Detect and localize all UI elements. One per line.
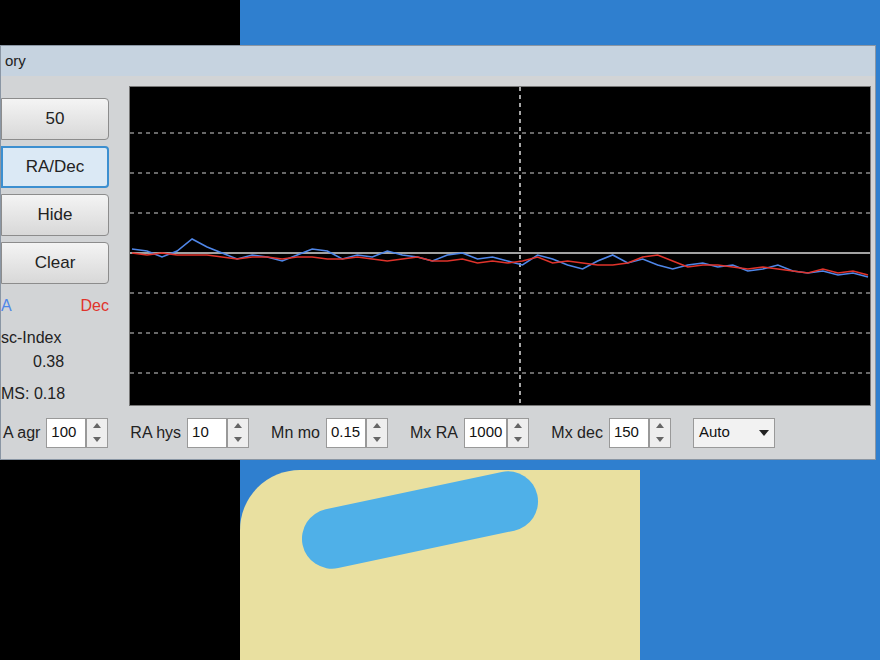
control-label: A agr — [3, 421, 40, 445]
down-arrow-icon — [93, 437, 101, 442]
spin-down[interactable] — [650, 433, 670, 447]
up-arrow-icon — [234, 423, 242, 428]
button-column: 50 RA/Dec Hide Clear — [1, 98, 129, 284]
history-window: ory 50 RA/Dec Hide Clear A Dec sc-Index0.38 MS:… — [0, 45, 876, 460]
rms-value: MS: 0.18 — [1, 382, 129, 406]
controls-group: A agr100 RA hys10 Mn mo0.15 Mx RA1000 Mx dec… — [1, 418, 775, 448]
spin-control: 100 — [46, 418, 108, 448]
control-input[interactable]: 0.15 — [326, 418, 366, 448]
arrow-shape — [656, 423, 664, 428]
control-input[interactable]: 1000 — [464, 418, 507, 448]
controls-row: A agr100RA hys10Mn mo0.15Mx RA1000Mx dec… — [129, 406, 871, 459]
arrow-shape — [93, 437, 101, 442]
window-title: ory — [5, 50, 26, 73]
osc-index-label: sc-Index — [1, 326, 129, 350]
grid-line — [130, 212, 870, 213]
spin-up[interactable] — [87, 419, 107, 433]
legend-label: A — [1, 294, 12, 318]
mode-dropdown[interactable]: Auto — [693, 418, 775, 448]
grid-line — [130, 132, 870, 133]
arrow-shape — [234, 437, 242, 442]
arrow-shape — [93, 423, 101, 428]
down-arrow-icon — [234, 437, 242, 442]
history-button[interactable]: Clear — [1, 242, 109, 284]
series-line — [132, 253, 868, 275]
spin-down[interactable] — [367, 433, 387, 447]
control-field: A agr100 — [3, 418, 108, 448]
center-line — [519, 87, 521, 405]
arrow-shape — [373, 437, 381, 442]
control-field: Mx RA1000 — [410, 418, 529, 448]
spin-up[interactable] — [508, 419, 528, 433]
arrow-shape — [373, 423, 381, 428]
control-label: Mx dec — [551, 421, 603, 445]
control-field: Mn mo0.15 — [271, 418, 388, 448]
grid-line — [130, 172, 870, 173]
left-panel: 50 RA/Dec Hide Clear A Dec sc-Index0.38 MS: 0.1… — [1, 76, 129, 459]
control-input[interactable]: 100 — [46, 418, 86, 448]
stats: sc-Index0.38 MS: 0.18 — [1, 326, 129, 406]
series-line — [132, 239, 868, 277]
spin-down[interactable] — [87, 433, 107, 447]
control-input[interactable]: 10 — [187, 418, 227, 448]
arrow-shape — [759, 430, 769, 436]
control-input[interactable]: 150 — [609, 418, 649, 448]
spin-control: 1000 — [464, 418, 529, 448]
up-arrow-icon — [93, 423, 101, 428]
history-button[interactable]: Hide — [1, 194, 109, 236]
control-label: Mn mo — [271, 421, 320, 445]
up-arrow-icon — [514, 423, 522, 428]
spin-buttons[interactable] — [227, 418, 249, 448]
series-group — [132, 253, 868, 275]
down-arrow-icon — [514, 437, 522, 442]
control-label: RA hys — [130, 421, 181, 445]
osc-index-value: 0.38 — [1, 350, 129, 374]
spin-down[interactable] — [228, 433, 248, 447]
desktop: ory 50 RA/Dec Hide Clear A Dec sc-Index0.38 MS:… — [0, 0, 880, 660]
history-button[interactable]: 50 — [1, 98, 109, 140]
arrow-shape — [514, 437, 522, 442]
dropdown-value: Auto — [699, 421, 730, 444]
series-group — [132, 239, 868, 277]
arrow-shape — [656, 437, 664, 442]
arrow-shape — [514, 423, 522, 428]
spin-up[interactable] — [650, 419, 670, 433]
chart-plot — [130, 87, 870, 405]
grid-line — [130, 372, 870, 373]
legend: A Dec — [1, 294, 109, 318]
grid-line — [130, 332, 870, 333]
title-bar[interactable]: ory — [1, 46, 875, 76]
spin-control: 150 — [609, 418, 671, 448]
spin-control: 0.15 — [326, 418, 388, 448]
arrow-shape — [234, 423, 242, 428]
down-arrow-icon — [656, 437, 664, 442]
spin-down[interactable] — [508, 433, 528, 447]
spin-up[interactable] — [367, 419, 387, 433]
spin-buttons[interactable] — [507, 418, 529, 448]
control-field: RA hys10 — [130, 418, 249, 448]
spin-buttons[interactable] — [649, 418, 671, 448]
control-label: Mx RA — [410, 421, 458, 445]
down-arrow-icon — [373, 437, 381, 442]
legend-label: Dec — [81, 294, 109, 318]
grid-line — [130, 292, 870, 293]
dropdown-arrow-icon — [759, 430, 769, 436]
up-arrow-icon — [656, 423, 664, 428]
control-field: Mx dec150 — [551, 418, 671, 448]
zero-line — [130, 252, 870, 253]
spin-up[interactable] — [228, 419, 248, 433]
history-chart — [129, 86, 871, 406]
spin-control: 10 — [187, 418, 249, 448]
up-arrow-icon — [373, 423, 381, 428]
spin-buttons[interactable] — [366, 418, 388, 448]
spin-buttons[interactable] — [86, 418, 108, 448]
history-button[interactable]: RA/Dec — [1, 146, 109, 188]
